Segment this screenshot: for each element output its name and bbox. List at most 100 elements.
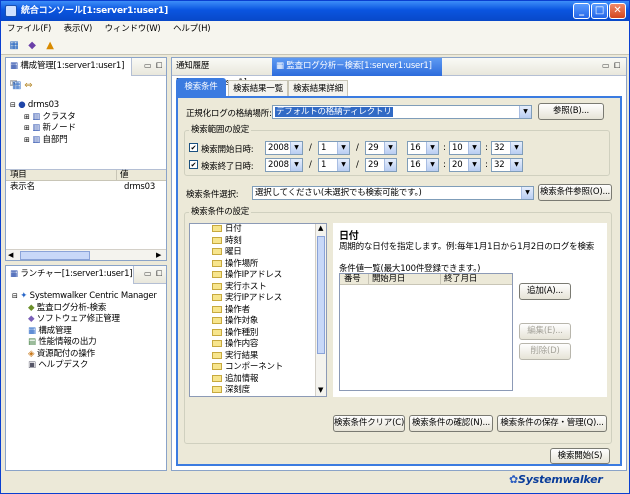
launcher-item[interactable]: ▣ ヘルプデスク (12, 360, 157, 372)
scroll-down-icon[interactable]: ▼ (318, 386, 323, 394)
chevron-down-icon[interactable]: ▼ (521, 187, 533, 199)
chevron-down-icon[interactable]: ▼ (426, 142, 438, 154)
menu-help[interactable]: ヘルプ(H) (173, 24, 211, 34)
tab-audit-log-search[interactable]: ▦ 監査ログ分析－検索[1:server1:user1] ✕ (272, 58, 442, 88)
chevron-down-icon[interactable]: ▼ (468, 142, 480, 154)
launcher-root[interactable]: ⊟ ✦ Systemwalker Centric Manager (12, 291, 157, 303)
end-minute-select[interactable]: 20 ▼ (449, 158, 481, 172)
end-day-select[interactable]: 29 ▼ (365, 158, 397, 172)
tab-search-conditions[interactable]: 検索条件 (176, 78, 226, 96)
minimize-view-icon[interactable]: ▭ (144, 269, 152, 278)
location-select[interactable]: デフォルトの格納ディレクトリ ▼ (272, 105, 532, 119)
launcher-item[interactable]: ◆ ソフトウェア修正管理 (12, 314, 157, 326)
menu-file[interactable]: ファイル(F) (7, 24, 51, 34)
condition-select[interactable]: 選択してください(未選択でも検索可能です。) ▼ (252, 186, 534, 200)
chevron-down-icon[interactable]: ▼ (510, 159, 522, 171)
chevron-down-icon[interactable]: ▼ (426, 159, 438, 171)
tree-node[interactable]: ⊞ ▥ 新ノード (10, 123, 76, 135)
condition-item[interactable]: 曜日 (190, 247, 326, 259)
scroll-up-icon[interactable]: ▲ (318, 224, 323, 232)
clear-conditions-button[interactable]: 検索条件クリア(C) (333, 415, 405, 432)
condition-item[interactable]: 日付 (190, 224, 326, 236)
chevron-down-icon[interactable]: ▼ (468, 159, 480, 171)
start-search-button[interactable]: 検索開始(S) (550, 448, 610, 464)
edit-button[interactable]: 編集(E)... (519, 323, 571, 340)
condition-item[interactable]: 時刻 (190, 236, 326, 248)
condition-item[interactable]: 実行ホスト (190, 282, 326, 294)
alert-tool-icon[interactable]: ▲ (43, 39, 57, 53)
end-checkbox[interactable]: ✔ (189, 160, 198, 169)
start-hour-select[interactable]: 16 ▼ (407, 141, 439, 155)
close-button[interactable]: ✕ (609, 3, 626, 19)
start-day-select[interactable]: 29 ▼ (365, 141, 397, 155)
condition-item[interactable]: 実行結果 (190, 351, 326, 363)
menu-window[interactable]: ウィンドウ(W) (105, 24, 161, 34)
end-second-select[interactable]: 32 ▼ (491, 158, 523, 172)
condition-item[interactable]: 深刻度 (190, 385, 326, 396)
condition-item[interactable]: 操作対象 (190, 316, 326, 328)
maximize-view-icon[interactable]: ⧠ (156, 269, 162, 279)
end-month-select[interactable]: 1 ▼ (318, 158, 350, 172)
maximize-button[interactable]: □ (591, 3, 608, 19)
maximize-view-icon[interactable]: ⧠ (156, 61, 162, 71)
condition-item[interactable]: 操作内容 (190, 339, 326, 351)
launcher-item[interactable]: ◈ 資源配付の操作 (12, 349, 157, 361)
scroll-left-icon[interactable]: ◀ (8, 250, 13, 261)
condition-item[interactable]: 追加情報 (190, 374, 326, 386)
chevron-down-icon[interactable]: ▼ (510, 142, 522, 154)
condition-reference-button[interactable]: 検索条件参照(O)... (538, 184, 612, 201)
scrollbar-thumb[interactable] (317, 236, 325, 354)
tab-structure[interactable]: ▦ 構成管理[1:server1:user1] ☒ (6, 58, 132, 88)
menu-view[interactable]: 表示(V) (64, 24, 93, 34)
tab-search-results[interactable]: 検索結果一覧 (228, 80, 288, 96)
browse-button[interactable]: 参照(B)... (538, 103, 604, 120)
minimize-view-icon[interactable]: ▭ (144, 61, 152, 70)
confirm-conditions-button[interactable]: 検索条件の確認(N)... (409, 415, 493, 432)
tree-root[interactable]: ⊟ ● drms03 (10, 100, 76, 112)
tree-node[interactable]: ⊞ ▥ クラスタ (10, 112, 76, 124)
condition-item[interactable]: 実行IPアドレス (190, 293, 326, 305)
chevron-down-icon[interactable]: ▼ (519, 106, 531, 118)
launcher-item[interactable]: ▦ 構成管理 (12, 326, 157, 338)
table-row[interactable]: 表示名 drms03 (6, 182, 166, 193)
launcher-item[interactable]: ▤ 性能情報の出力 (12, 337, 157, 349)
minimize-view-icon[interactable]: ▭ (602, 61, 610, 70)
condition-item[interactable]: 操作IPアドレス (190, 270, 326, 282)
vertical-scrollbar[interactable]: ▲ ▼ (315, 224, 326, 396)
view-tree-icon[interactable]: ▦ ⇔ (12, 80, 33, 91)
add-button[interactable]: 追加(A)... (519, 283, 571, 300)
structure-tool-icon[interactable]: ▦ (7, 39, 21, 53)
chevron-down-icon[interactable]: ▼ (290, 142, 302, 154)
condition-item[interactable]: コンポーネント (190, 362, 326, 374)
condition-item[interactable]: 操作場所 (190, 259, 326, 271)
scroll-right-icon[interactable]: ▶ (156, 250, 161, 261)
condition-values-table[interactable]: 番号 開始月日 終了月日 (339, 273, 513, 391)
launcher-item[interactable]: ◆ 監査ログ分析-検索 (12, 303, 157, 315)
start-year-select[interactable]: 2008 ▼ (265, 141, 303, 155)
horizontal-scrollbar[interactable]: ◀ ▶ (6, 249, 166, 260)
scrollbar-thumb[interactable] (20, 251, 90, 260)
tab-launcher[interactable]: ▦ ランチャー[1:server1:user1] (6, 266, 134, 284)
tree-tool-icon[interactable]: ◆ (25, 39, 39, 53)
condition-item[interactable]: 操作種別 (190, 328, 326, 340)
chevron-down-icon[interactable]: ▼ (290, 159, 302, 171)
chevron-down-icon[interactable]: ▼ (337, 142, 349, 154)
save-conditions-button[interactable]: 検索条件の保存・管理(Q)... (497, 415, 607, 432)
start-second-select[interactable]: 32 ▼ (491, 141, 523, 155)
tab-notification-history[interactable]: 通知履歴[1:server1:user1] (172, 58, 272, 88)
chevron-down-icon[interactable]: ▼ (384, 142, 396, 154)
chevron-down-icon[interactable]: ▼ (337, 159, 349, 171)
end-hour-select[interactable]: 16 ▼ (407, 158, 439, 172)
condition-item[interactable]: 操作者 (190, 305, 326, 317)
minimize-button[interactable]: _ (573, 3, 590, 19)
condition-list: 日付 時刻 曜日 操作場所 操作IPアドレス 実行ホスト 実行IPアドレス 操作者 操作対象 操作… (189, 223, 327, 397)
end-year-select[interactable]: 2008 ▼ (265, 158, 303, 172)
maximize-view-icon[interactable]: ⧠ (614, 61, 620, 71)
start-month-select[interactable]: 1 ▼ (318, 141, 350, 155)
delete-button[interactable]: 削除(D) (519, 343, 571, 360)
start-minute-select[interactable]: 10 ▼ (449, 141, 481, 155)
tree-node[interactable]: ⊞ ▥ 自部門 (10, 135, 76, 147)
chevron-down-icon[interactable]: ▼ (384, 159, 396, 171)
start-checkbox[interactable]: ✔ (189, 143, 198, 152)
tab-search-details[interactable]: 検索結果詳細 (288, 80, 348, 96)
